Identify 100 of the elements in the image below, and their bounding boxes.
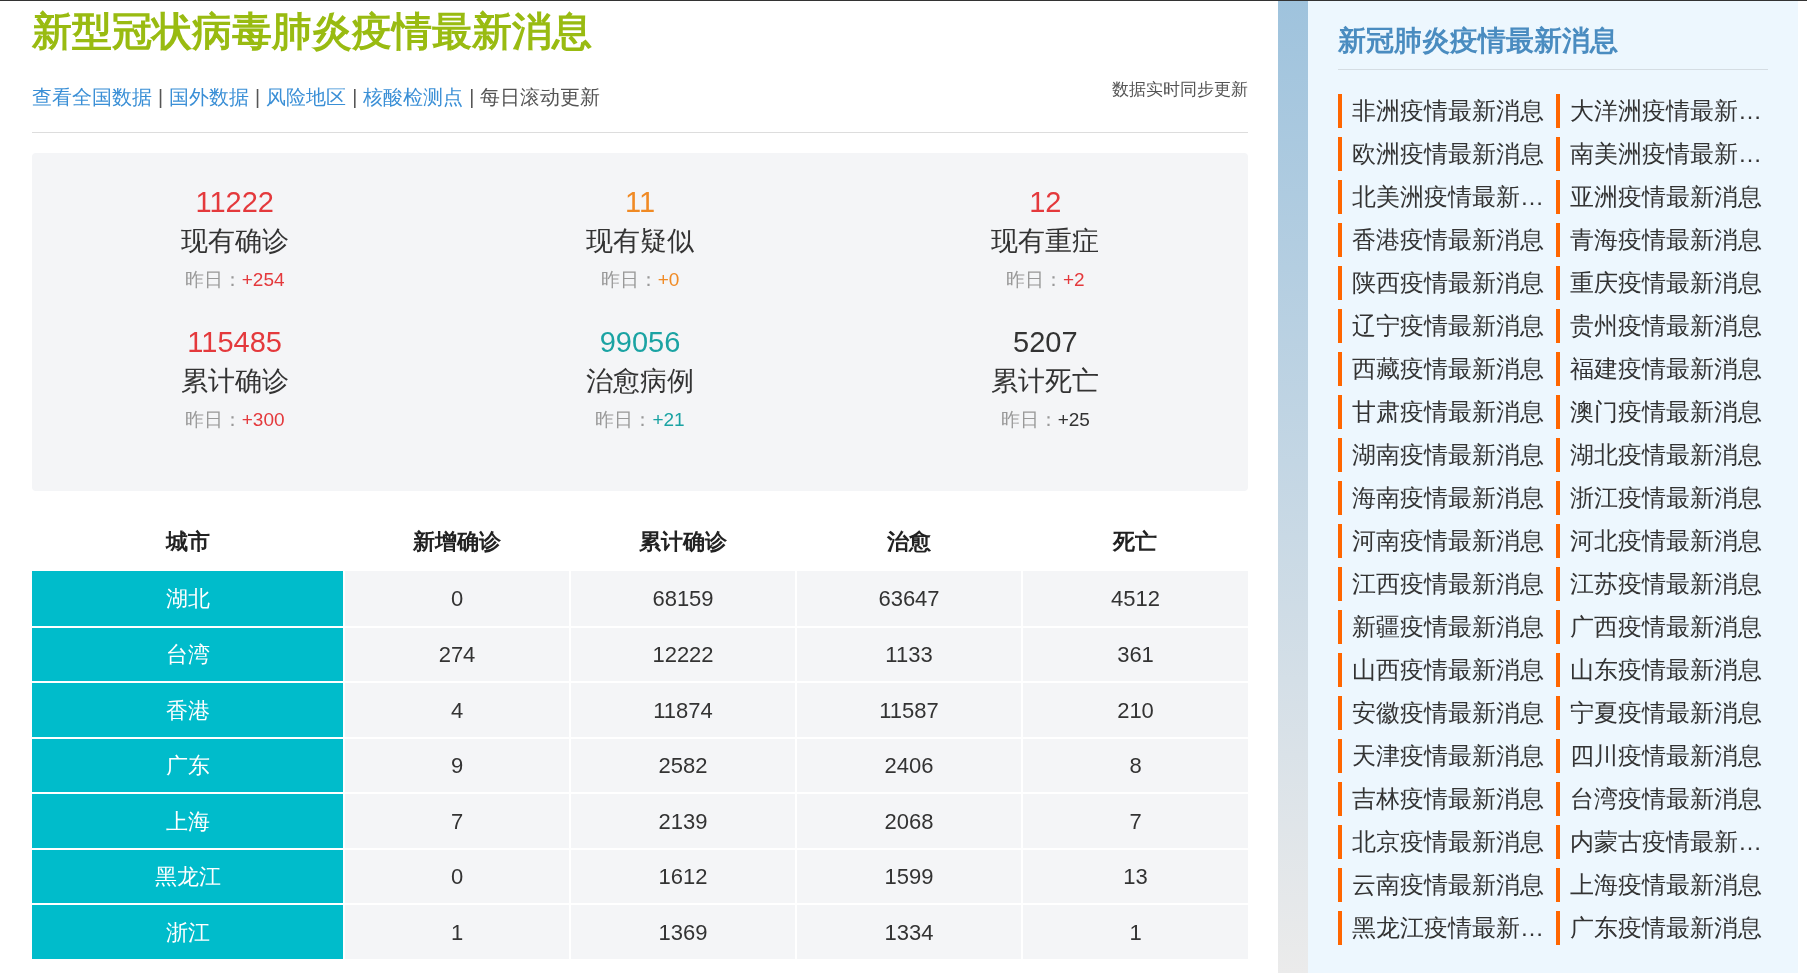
news-link[interactable]: 湖南疫情最新消息 bbox=[1338, 438, 1556, 472]
yesterday-label: 昨日： bbox=[184, 408, 242, 433]
separator: | bbox=[352, 85, 358, 110]
news-link[interactable]: 黑龙江疫情最新… bbox=[1338, 911, 1556, 945]
table-cell: 4512 bbox=[1022, 571, 1248, 627]
nav-link[interactable]: 核酸检测点 bbox=[363, 83, 464, 113]
stat-value: 12 bbox=[1029, 185, 1062, 221]
yesterday-label: 昨日： bbox=[1006, 268, 1063, 293]
news-link[interactable]: 亚洲疫情最新消息 bbox=[1556, 180, 1774, 214]
table-cell: 2582 bbox=[570, 737, 796, 794]
yesterday-label: 昨日： bbox=[1000, 408, 1058, 433]
table-cell: 2406 bbox=[796, 737, 1022, 794]
news-link[interactable]: 北京疫情最新消息 bbox=[1338, 825, 1556, 859]
news-link[interactable]: 北美洲疫情最新… bbox=[1338, 180, 1556, 214]
table-cell: 7 bbox=[344, 793, 570, 849]
news-link[interactable]: 河南疫情最新消息 bbox=[1338, 524, 1556, 558]
news-link[interactable]: 广东疫情最新消息 bbox=[1556, 911, 1774, 945]
stat-label: 现有疑似 bbox=[586, 225, 694, 259]
news-link[interactable]: 云南疫情最新消息 bbox=[1338, 868, 1556, 902]
table-cell: 11587 bbox=[796, 682, 1022, 738]
table-cell: 68159 bbox=[570, 571, 796, 627]
stat-label: 累计确诊 bbox=[180, 365, 289, 399]
news-link[interactable]: 福建疫情最新消息 bbox=[1556, 352, 1774, 386]
nav-link[interactable]: 国外数据 bbox=[169, 83, 250, 113]
table-cell: 4 bbox=[344, 682, 570, 738]
news-link[interactable]: 台湾疫情最新消息 bbox=[1556, 782, 1774, 816]
news-link[interactable]: 大洋洲疫情最新… bbox=[1556, 94, 1774, 128]
stat-label: 累计死亡 bbox=[991, 365, 1100, 399]
table-cell: 1 bbox=[1022, 904, 1248, 960]
stat-value: 11 bbox=[624, 185, 656, 221]
news-link[interactable]: 浙江疫情最新消息 bbox=[1556, 481, 1774, 515]
news-link[interactable]: 陕西疫情最新消息 bbox=[1338, 266, 1556, 300]
table-cell: 8 bbox=[1022, 737, 1248, 794]
stat-change: +300 bbox=[241, 408, 285, 433]
news-link[interactable]: 欧洲疫情最新消息 bbox=[1338, 137, 1556, 171]
news-link[interactable]: 西藏疫情最新消息 bbox=[1338, 352, 1556, 386]
table-cell: 1599 bbox=[796, 848, 1022, 905]
news-link[interactable]: 天津疫情最新消息 bbox=[1338, 739, 1556, 773]
news-link[interactable]: 重庆疫情最新消息 bbox=[1556, 266, 1774, 300]
news-link[interactable]: 辽宁疫情最新消息 bbox=[1338, 309, 1556, 343]
city-cell: 香港 bbox=[32, 682, 344, 738]
stat-change: +2 bbox=[1063, 268, 1085, 293]
news-link[interactable]: 山西疫情最新消息 bbox=[1338, 653, 1556, 687]
news-link[interactable]: 南美洲疫情最新… bbox=[1556, 137, 1774, 171]
nav-link[interactable]: 查看全国数据 bbox=[32, 83, 152, 113]
news-link[interactable]: 澳门疫情最新消息 bbox=[1556, 395, 1774, 429]
yesterday-label: 昨日： bbox=[595, 408, 653, 433]
news-link[interactable]: 江西疫情最新消息 bbox=[1338, 567, 1556, 601]
news-link[interactable]: 贵州疫情最新消息 bbox=[1556, 309, 1774, 343]
city-cell: 台湾 bbox=[32, 626, 344, 683]
table-cell: 274 bbox=[344, 626, 570, 683]
table-cell: 1369 bbox=[570, 904, 796, 960]
news-link[interactable]: 安徽疫情最新消息 bbox=[1338, 696, 1556, 730]
update-note: 每日滚动更新 bbox=[480, 85, 601, 110]
news-link[interactable]: 宁夏疫情最新消息 bbox=[1556, 696, 1774, 730]
column-header: 治愈 bbox=[796, 511, 1022, 572]
news-link[interactable]: 湖北疫情最新消息 bbox=[1556, 438, 1774, 472]
news-link[interactable]: 海南疫情最新消息 bbox=[1338, 481, 1556, 515]
page-title: 新型冠状病毒肺炎疫情最新消息 bbox=[32, 8, 592, 55]
news-link[interactable]: 新疆疫情最新消息 bbox=[1338, 610, 1556, 644]
news-link[interactable]: 青海疫情最新消息 bbox=[1556, 223, 1774, 257]
table-cell: 7 bbox=[1022, 793, 1248, 849]
city-cell: 黑龙江 bbox=[32, 848, 344, 905]
sidebar-title: 新冠肺炎疫情最新消息 bbox=[1338, 24, 1618, 58]
table-cell: 11874 bbox=[570, 682, 796, 738]
news-link[interactable]: 广西疫情最新消息 bbox=[1556, 610, 1774, 644]
city-cell: 湖北 bbox=[32, 571, 344, 627]
city-cell: 广东 bbox=[32, 737, 344, 794]
stat-change: +0 bbox=[657, 268, 680, 293]
stat-value: 5207 bbox=[1013, 325, 1078, 361]
news-link[interactable]: 上海疫情最新消息 bbox=[1556, 868, 1774, 902]
news-link[interactable]: 四川疫情最新消息 bbox=[1556, 739, 1774, 773]
stat-value: 99056 bbox=[599, 325, 681, 361]
table-cell: 0 bbox=[344, 848, 570, 905]
news-link[interactable]: 内蒙古疫情最新… bbox=[1556, 825, 1774, 859]
table-cell: 1 bbox=[344, 904, 570, 960]
news-link[interactable]: 甘肃疫情最新消息 bbox=[1338, 395, 1556, 429]
news-link[interactable]: 香港疫情最新消息 bbox=[1338, 223, 1556, 257]
stat-change: +25 bbox=[1057, 408, 1090, 433]
separator: | bbox=[469, 85, 475, 110]
table-cell: 0 bbox=[344, 571, 570, 627]
stat-value: 115485 bbox=[187, 325, 282, 361]
separator: | bbox=[158, 85, 164, 110]
yesterday-label: 昨日： bbox=[600, 268, 658, 293]
stat-value: 11222 bbox=[195, 185, 274, 221]
news-link[interactable]: 江苏疫情最新消息 bbox=[1556, 567, 1774, 601]
table-cell: 13 bbox=[1022, 848, 1248, 905]
city-cell: 浙江 bbox=[32, 904, 344, 960]
news-link[interactable]: 吉林疫情最新消息 bbox=[1338, 782, 1556, 816]
table-cell: 361 bbox=[1022, 626, 1248, 683]
stat-label: 现有确诊 bbox=[180, 225, 289, 259]
column-header: 累计确诊 bbox=[570, 511, 796, 572]
column-header: 新增确诊 bbox=[344, 511, 570, 572]
table-cell: 1612 bbox=[570, 848, 796, 905]
separator: | bbox=[255, 85, 261, 110]
news-link[interactable]: 河北疫情最新消息 bbox=[1556, 524, 1774, 558]
news-link[interactable]: 非洲疫情最新消息 bbox=[1338, 94, 1556, 128]
stat-change: +21 bbox=[652, 408, 685, 433]
stat-label: 现有重症 bbox=[991, 225, 1100, 259]
news-link[interactable]: 山东疫情最新消息 bbox=[1556, 653, 1774, 687]
